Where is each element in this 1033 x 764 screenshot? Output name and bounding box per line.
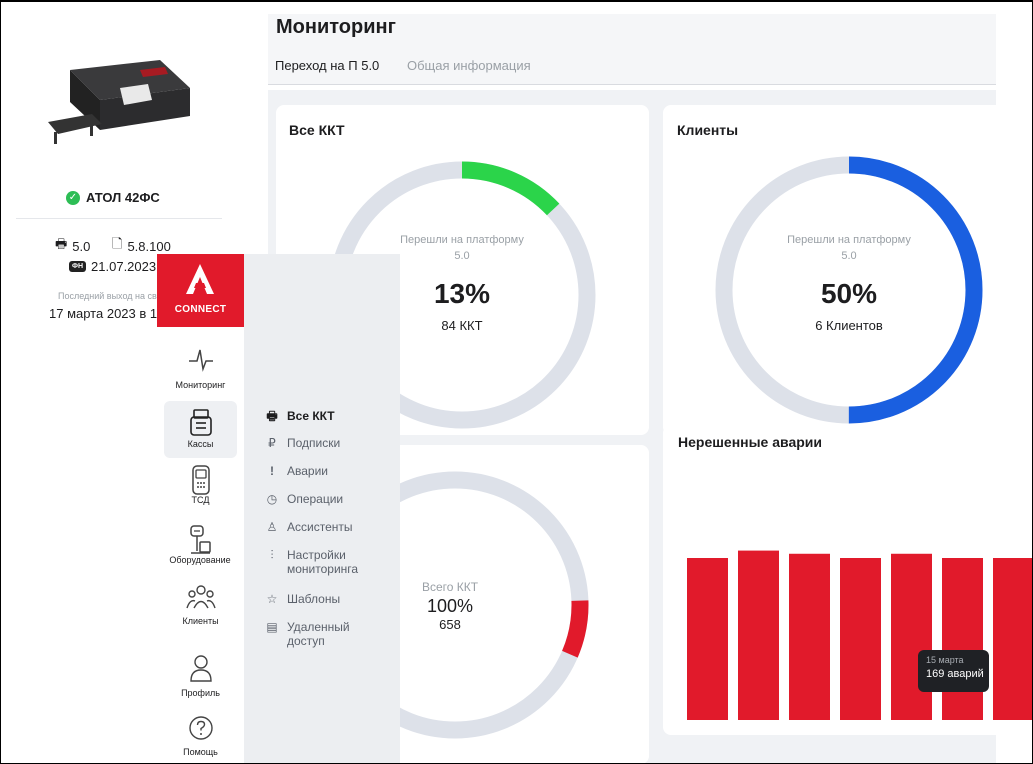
fn-expiry: ФН 21.07.2023 — [69, 259, 156, 274]
donut-sub-label: Перешли на платформу 5.0 — [787, 234, 911, 262]
submenu-item-templates[interactable]: ☆ Шаблоны — [265, 592, 340, 606]
pulse-icon — [188, 349, 213, 372]
sidebar-item-label: ТСД — [191, 495, 210, 505]
submenu-item-label: Аварии — [287, 464, 328, 478]
platform-version-value: 5.0 — [72, 238, 91, 254]
sliders-icon: ⫶ — [270, 548, 274, 562]
last-exit-label: Последний выход на св — [58, 291, 157, 301]
register-icon — [189, 409, 212, 436]
submenu-item-label: Шаблоны — [287, 592, 341, 606]
donut-total-percent: 100% — [426, 596, 474, 616]
ruble-icon: ₽ — [268, 436, 276, 450]
sidebar-item-clients[interactable]: Клиенты — [164, 584, 237, 634]
donut-all-kkt-text: Перешли на платформу 5.0 13% 84 ККТ — [392, 232, 532, 333]
card-alarms-title: Нерешенные аварии — [678, 434, 822, 450]
submenu-item-label: Все ККТ — [287, 409, 335, 423]
submenu-panel — [244, 254, 400, 764]
alarm-bar[interactable] — [942, 558, 983, 720]
chart-tooltip: 15 марта 169 аварий — [918, 650, 989, 692]
alarm-bar[interactable] — [993, 558, 1033, 720]
users-icon — [185, 585, 216, 609]
submenu-item-monitoring-settings[interactable]: ⫶ Настройки мониторинга — [265, 548, 385, 576]
sidebar-item-label: Клиенты — [182, 616, 219, 626]
last-exit-date: 17 марта 2023 в 1 — [49, 306, 158, 321]
alarm-bar[interactable] — [840, 558, 881, 720]
atol-logo-icon — [186, 264, 214, 294]
submenu-item-assistants[interactable]: ♙ Ассистенты — [265, 520, 353, 534]
file-icon: 🗋 — [112, 236, 123, 251]
alarms-bar-chart — [687, 550, 1033, 720]
sidebar-item-help[interactable]: Помощь — [164, 715, 237, 764]
tooltip-value: 169 аварий — [926, 668, 984, 680]
brand-logo[interactable]: CONNECT — [157, 254, 244, 327]
sidebar-item-profile[interactable]: Профиль — [164, 654, 237, 704]
sidebar-item-registers[interactable]: Кассы — [164, 401, 237, 458]
fn-date-value: 21.07.2023 — [91, 259, 157, 274]
donut-count: 84 ККТ — [441, 318, 483, 333]
donut-clients-text: Перешли на платформу 5.0 50% 6 Клиентов — [779, 232, 919, 333]
alarm-bar[interactable] — [891, 553, 932, 720]
sidebar-item-monitoring[interactable]: Мониторинг — [164, 346, 237, 396]
document-icon: ▤ — [266, 620, 278, 634]
submenu-item-label: Ассистенты — [287, 520, 353, 534]
donut-total-label: Всего ККТ — [421, 580, 479, 594]
device-image — [48, 60, 190, 144]
printer-icon: 🖶 — [266, 409, 278, 423]
sidebar-item-label: Мониторинг — [175, 380, 226, 390]
donut-percent: 50% — [820, 278, 878, 309]
brand-name: CONNECT — [174, 304, 227, 315]
donut-total-count: 658 — [439, 617, 461, 632]
equipment-icon — [190, 525, 211, 554]
submenu-item-label: Удаленный доступ — [287, 620, 350, 648]
help-icon — [188, 716, 213, 740]
alarm-bar[interactable] — [687, 558, 728, 720]
check-icon: ✓ — [66, 190, 80, 205]
device-name: АТОЛ 42ФС — [86, 190, 160, 205]
alert-icon: ! — [270, 464, 274, 478]
donut-count: 6 Клиентов — [815, 318, 883, 333]
tabs-divider — [268, 84, 996, 85]
sidebar-item-label: Профиль — [181, 688, 220, 698]
donut-percent: 13% — [433, 278, 491, 309]
sidebar-item-label: Помощь — [183, 747, 218, 757]
submenu-item-label: Операции — [287, 492, 344, 506]
submenu-item-all-kkt[interactable]: 🖶 Все ККТ — [265, 409, 335, 423]
alarm-bar[interactable] — [738, 550, 779, 720]
donut-sub-label: Перешли на платформу 5.0 — [400, 234, 524, 262]
divider — [16, 218, 222, 219]
submenu-item-label: Подписки — [287, 436, 341, 450]
page-title: Мониторинг — [276, 16, 396, 38]
submenu-item-subscriptions[interactable]: ₽ Подписки — [265, 436, 340, 450]
person-icon — [189, 655, 212, 682]
scanner-icon — [191, 465, 210, 495]
firmware-version-value: 5.8.100 — [127, 238, 171, 254]
printer-icon: 🖶 — [55, 236, 68, 251]
tooltip-date: 15 марта — [926, 655, 964, 665]
sidebar-item-equipment[interactable]: Оборудование — [160, 525, 240, 575]
star-icon: ☆ — [266, 592, 278, 606]
alarm-bar[interactable] — [789, 553, 830, 720]
sidebar-item-label: Кассы — [187, 439, 214, 449]
tab-migration[interactable]: Переход на П 5.0 — [275, 58, 379, 73]
submenu-item-operations[interactable]: ◷ Операции — [265, 492, 343, 506]
submenu-item-remote-access[interactable]: ▤ Удаленный доступ — [265, 620, 375, 648]
fn-icon: ФН — [69, 261, 87, 272]
submenu-item-alarms[interactable]: ! Аварии — [265, 464, 328, 478]
sidebar-item-label: Оборудование — [169, 555, 231, 565]
device-status: ✓ АТОЛ 42ФС — [66, 190, 160, 205]
platform-version: 🖶 5.0 — [55, 235, 90, 257]
assistant-icon: ♙ — [266, 520, 278, 534]
donut-total-text: Всего ККТ 100% 658 — [400, 580, 500, 632]
sidebar-item-tsd[interactable]: ТСД — [164, 465, 237, 515]
tab-general-info[interactable]: Общая информация — [407, 58, 531, 73]
submenu-item-label: Настройки мониторинга — [287, 548, 359, 576]
clock-icon: ◷ — [266, 492, 278, 506]
